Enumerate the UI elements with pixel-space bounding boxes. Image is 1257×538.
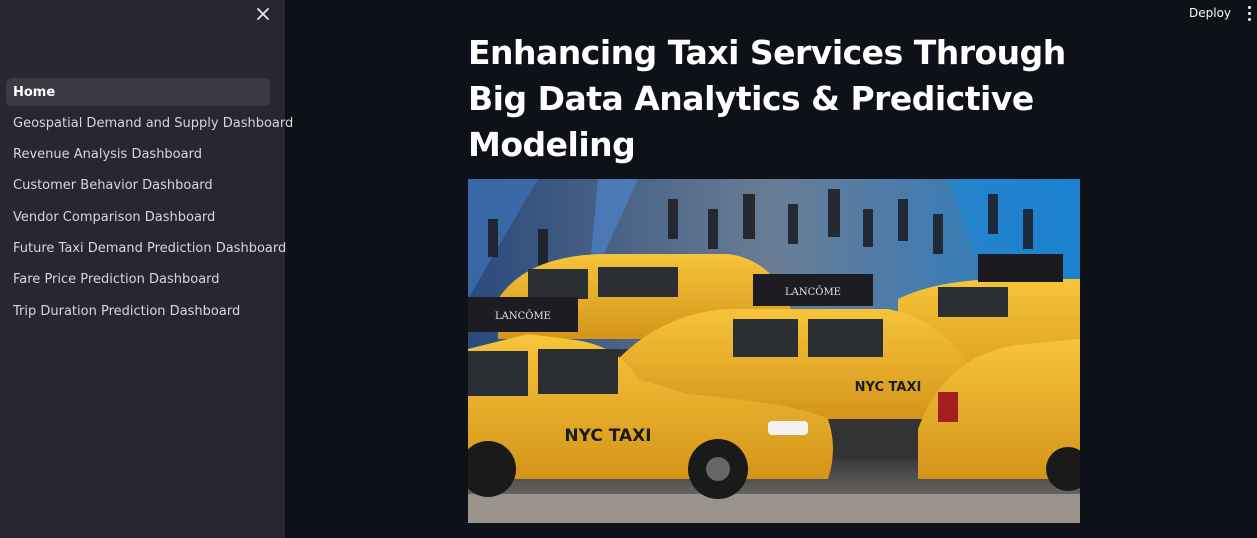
sidebar-item-fare-prediction[interactable]: Fare Price Prediction Dashboard: [6, 266, 270, 294]
sidebar-item-vendor-comparison[interactable]: Vendor Comparison Dashboard: [6, 203, 270, 231]
taxi-logo: NYC TAXI: [855, 380, 922, 395]
deploy-button[interactable]: Deploy: [1183, 2, 1237, 24]
sign-text-front: LANCÔME: [495, 310, 551, 322]
taxi-photo: LANCÔME NYC TAXI LANCÔME NYC TAXI: [468, 179, 1080, 523]
sidebar-item-customer-behavior[interactable]: Customer Behavior Dashboard: [6, 172, 270, 200]
close-icon[interactable]: [253, 4, 273, 24]
app-window: Home Geospatial Demand and Supply Dashbo…: [0, 0, 1257, 538]
hero-image: LANCÔME NYC TAXI LANCÔME NYC TAXI: [468, 179, 1080, 523]
sign-text: LANCÔME: [785, 286, 841, 298]
sidebar-item-demand-prediction[interactable]: Future Taxi Demand Prediction Dashboard: [6, 234, 286, 262]
sidebar-item-trip-duration[interactable]: Trip Duration Prediction Dashboard: [6, 297, 270, 325]
sidebar: Home Geospatial Demand and Supply Dashbo…: [0, 0, 293, 538]
page-title: Enhancing Taxi Services Through Big Data…: [468, 33, 1066, 164]
more-vertical-icon[interactable]: [1243, 3, 1255, 23]
sidebar-item-home[interactable]: Home: [6, 78, 270, 106]
sidebar-nav: Home Geospatial Demand and Supply Dashbo…: [6, 78, 293, 328]
sidebar-item-revenue[interactable]: Revenue Analysis Dashboard: [6, 141, 270, 169]
taxi-logo-front: NYC TAXI: [564, 426, 651, 446]
sidebar-item-geospatial[interactable]: Geospatial Demand and Supply Dashboard: [6, 109, 293, 137]
